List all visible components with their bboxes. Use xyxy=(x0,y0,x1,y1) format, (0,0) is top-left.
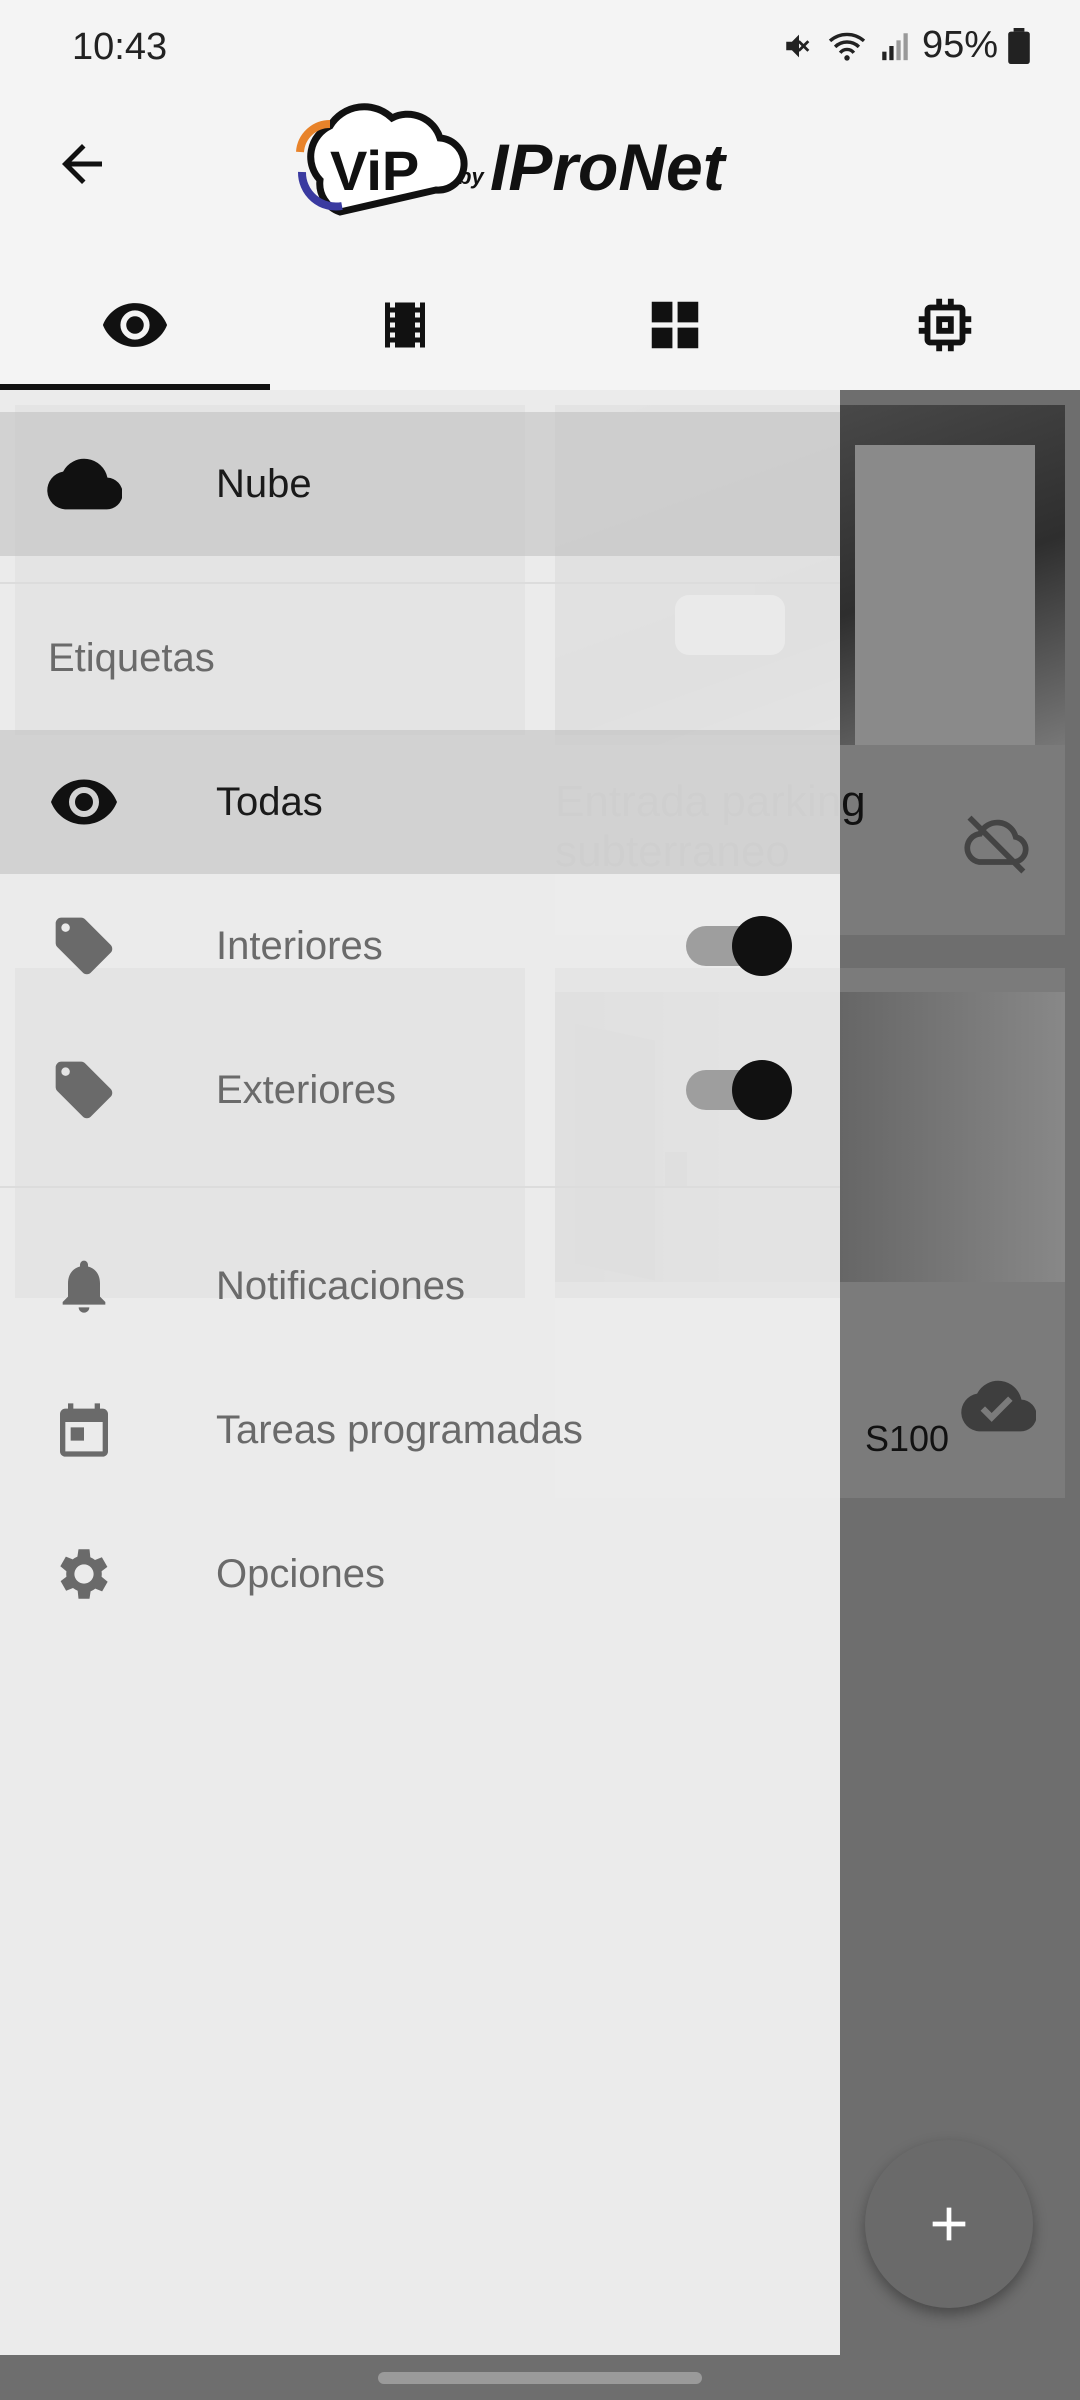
tag-label: Todas xyxy=(216,779,323,824)
status-time: 10:43 xyxy=(72,26,168,68)
film-icon xyxy=(385,302,425,348)
tag-icon xyxy=(55,1061,113,1119)
eye-icon xyxy=(102,303,168,347)
tag-icon xyxy=(55,917,113,975)
logo-brand-text: IProNet xyxy=(490,130,728,204)
tab-recordings[interactable] xyxy=(270,260,540,390)
drawer-item-label: Opciones xyxy=(216,1551,385,1596)
camera-subtitle-fragment: S100 xyxy=(865,1418,950,1459)
calendar-icon xyxy=(60,1403,108,1457)
divider xyxy=(0,1186,840,1188)
drawer-item-label: Tareas programadas xyxy=(216,1407,583,1452)
bell-icon xyxy=(62,1260,106,1313)
tag-label: Interiores xyxy=(216,923,383,968)
home-indicator[interactable] xyxy=(378,2372,702,2384)
tag-item-all[interactable]: Todas xyxy=(0,730,840,874)
tag-label: Exteriores xyxy=(216,1067,397,1112)
mute-icon xyxy=(786,34,810,57)
drawer-item-scheduled-tasks[interactable]: Tareas programadas xyxy=(0,1358,840,1502)
grid-icon xyxy=(651,301,699,349)
status-bar: 10:43 95% xyxy=(0,0,1080,96)
drawer-item-label: Nube xyxy=(216,461,312,506)
vip-ipronet-logo: ViP by IProNet xyxy=(296,103,728,216)
drawer-item-notifications[interactable]: Notificaciones xyxy=(0,1214,840,1358)
drawer-item-cloud[interactable]: Nube xyxy=(0,412,840,556)
tag-item-interiores[interactable]: Interiores xyxy=(0,874,840,1018)
logo-vip-text: ViP xyxy=(330,139,419,202)
plus-icon xyxy=(932,2207,966,2241)
signal-icon xyxy=(882,32,908,60)
drawer-item-options[interactable]: Opciones xyxy=(0,1502,840,1646)
navigation-drawer: Nube Etiquetas Todas Interiores Exterior… xyxy=(0,390,840,2355)
battery-percent: 95% xyxy=(921,24,998,66)
add-camera-button[interactable] xyxy=(865,2140,1033,2308)
logo-by-text: by xyxy=(458,164,485,189)
tag-item-exteriores[interactable]: Exteriores xyxy=(0,1018,840,1162)
divider xyxy=(0,582,840,584)
tab-devices[interactable] xyxy=(810,260,1080,390)
eye-icon xyxy=(51,779,117,825)
drawer-item-label: Notificaciones xyxy=(216,1263,466,1308)
tab-live[interactable] xyxy=(0,260,270,390)
cloud-off-icon xyxy=(964,815,1029,874)
tab-bar xyxy=(0,260,1080,390)
cloud-done-icon xyxy=(961,1380,1036,1432)
chip-icon xyxy=(918,298,972,352)
exteriores-toggle[interactable] xyxy=(686,1060,792,1120)
wifi-icon xyxy=(828,32,866,61)
back-arrow-icon[interactable] xyxy=(52,134,112,194)
battery-icon xyxy=(1008,27,1030,64)
gear-icon xyxy=(60,1549,108,1599)
tab-grid[interactable] xyxy=(540,260,810,390)
cloud-icon xyxy=(47,458,122,510)
interiores-toggle[interactable] xyxy=(686,916,792,976)
tags-section-title: Etiquetas xyxy=(48,636,215,680)
